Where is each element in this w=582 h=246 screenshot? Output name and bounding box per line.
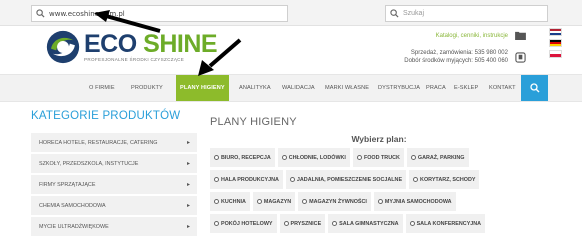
nav-item-dystrybucja[interactable]: DYSTRYBUCJA (378, 75, 420, 101)
plan-prompt: Wybierz plan: (351, 134, 407, 144)
radio-icon[interactable] (214, 177, 219, 182)
advice-phone: Dobór środków myjących: 505 400 060 (404, 58, 508, 64)
header-contact: Katalogi, cenniki, instrukcje Sprzedaż, … (322, 28, 582, 68)
radio-icon[interactable] (377, 199, 383, 204)
plan-option[interactable]: GARAŻ, PARKING (406, 148, 469, 167)
site-search-input[interactable]: Szukaj (385, 5, 548, 22)
folder-icon[interactable] (515, 31, 526, 40)
plan-row: HALA PRODUKCYJNA JADALNIA, POMIESZCZENIE… (210, 170, 550, 189)
nav-item-produkty[interactable]: PRODUKTY (131, 75, 163, 101)
nav-item-walidacja[interactable]: WALIDACJA (282, 75, 315, 101)
plan-option[interactable]: PRYSZNICE (279, 214, 326, 233)
nav-item-analityka[interactable]: ANALITYKA (239, 75, 271, 101)
plan-option[interactable]: HALA PRODUKCYJNA (210, 170, 283, 189)
radio-icon[interactable] (413, 177, 419, 182)
plan-option[interactable]: SALA KONFERENCYJNA (405, 214, 486, 233)
ecoshine-logo-icon (46, 30, 80, 64)
chevron-right-icon: ▸ (186, 140, 190, 146)
sidebar-item-label: HORECA HOTELE, RESTAURACJE, CATERING (39, 139, 158, 146)
radio-icon[interactable] (289, 177, 295, 182)
search-placeholder: Szukaj (403, 10, 425, 17)
nav-item-plany-higieny[interactable]: PLANY HIGIENY (176, 75, 229, 101)
plan-row: KUCHNIA MAGAZYN MAGAZYN ŻYWNOŚCI MYJNIA … (210, 192, 550, 211)
radio-icon[interactable] (302, 199, 308, 204)
chevron-right-icon: ▸ (186, 182, 190, 188)
sidebar-title: KATEGORIE PRODUKTÓW (31, 110, 181, 122)
nav-item-kontakt[interactable]: KONTAKT (489, 75, 516, 101)
language-switcher (549, 28, 562, 61)
radio-icon[interactable] (409, 221, 415, 226)
category-list: HORECA HOTELE, RESTAURACJE, CATERING ▸ SZ… (31, 133, 197, 238)
nav-item-marki-wlasne[interactable]: MARKI WŁASNE (325, 75, 369, 101)
nav-search-button[interactable] (521, 75, 548, 101)
annotation-arrow-down-icon (198, 38, 242, 76)
radio-icon[interactable] (214, 199, 219, 204)
plan-option[interactable]: BIURO, RECEPCJA (210, 148, 275, 167)
browser-toolbar: www.ecoshine.com.pl Szukaj (0, 0, 582, 26)
radio-icon[interactable] (214, 155, 219, 160)
page-title: PLANY HIGIENY (210, 116, 297, 128)
sidebar-item-horeca[interactable]: HORECA HOTELE, RESTAURACJE, CATERING ▸ (31, 133, 197, 154)
sidebar-item-mycie-ultradzwiekowe[interactable]: MYCIE ULTRADŹWIĘKOWE ▸ (31, 217, 197, 238)
sidebar-item-label: FIRMY SPRZĄTAJĄCE (39, 181, 96, 188)
plan-row: POKÓJ HOTELOWY PRYSZNICE SALA GIMNASTYCZ… (210, 214, 550, 233)
sidebar-item-szkoly[interactable]: SZKOŁY, PRZEDSZKOLA, INSTYTUCJE ▸ (31, 154, 197, 175)
plan-row: BIURO, RECEPCJA CHŁODNIE, LODÓWKI FOOD T… (210, 148, 550, 167)
polish-flag-icon[interactable] (549, 50, 562, 58)
radio-icon[interactable] (214, 221, 219, 226)
nav-item-e-sklep[interactable]: E-SKLEP (454, 75, 478, 101)
nav-item-o-firmie[interactable]: O FIRMIE (89, 75, 115, 101)
main-navigation: O FIRMIE PRODUKTY PLANY HIGIENY ANALITYK… (0, 74, 582, 102)
chevron-right-icon: ▸ (186, 224, 190, 230)
plan-options: BIURO, RECEPCJA CHŁODNIE, LODÓWKI FOOD T… (210, 148, 550, 236)
radio-icon[interactable] (356, 155, 362, 160)
radio-icon[interactable] (256, 199, 262, 204)
sidebar-item-firmy-sprzatajace[interactable]: FIRMY SPRZĄTAJĄCE ▸ (31, 175, 197, 196)
site-logo[interactable]: ECO SHINE PROFESJONALNE ŚRODKI CZYSZCZĄC… (46, 30, 218, 64)
phone-icon (515, 52, 526, 63)
radio-icon[interactable] (332, 221, 338, 226)
sidebar-item-label: MYCIE ULTRADŹWIĘKOWE (39, 223, 109, 230)
search-icon (36, 9, 45, 18)
sidebar-item-label: SZKOŁY, PRZEDSZKOLA, INSTYTUCJE (39, 160, 139, 167)
nav-item-praca[interactable]: PRACA (426, 75, 446, 101)
search-icon (390, 9, 399, 18)
plan-option[interactable]: JADALNIA, POMIESZCZENIE SOCJALNE (285, 170, 407, 189)
plan-option[interactable]: MYJNIA SAMOCHODOWA (373, 192, 456, 211)
plan-option[interactable]: MAGAZYN ŻYWNOŚCI (298, 192, 371, 211)
catalogs-link[interactable]: Katalogi, cenniki, instrukcje (436, 33, 508, 39)
search-icon (529, 83, 539, 93)
german-flag-icon[interactable] (549, 39, 562, 47)
radio-icon[interactable] (410, 155, 416, 160)
radio-icon[interactable] (281, 155, 287, 160)
chevron-right-icon: ▸ (186, 161, 190, 167)
sidebar-item-chemia-samochodowa[interactable]: CHEMIA SAMOCHODOWA ▸ (31, 196, 197, 217)
plan-option[interactable]: POKÓJ HOTELOWY (210, 214, 277, 233)
chevron-right-icon: ▸ (186, 203, 190, 209)
english-flag-icon[interactable] (549, 28, 562, 36)
plan-option[interactable]: SALA GIMNASTYCZNA (328, 214, 403, 233)
plan-option[interactable]: FOOD TRUCK (352, 148, 404, 167)
annotation-arrow-left-icon (94, 10, 161, 33)
plan-option[interactable]: MAGAZYN (252, 192, 296, 211)
sidebar-item-label: CHEMIA SAMOCHODOWA (39, 202, 106, 209)
plan-option[interactable]: KUCHNIA (210, 192, 250, 211)
radio-icon[interactable] (283, 221, 289, 226)
plan-option[interactable]: KORYTARZ, SCHODY (409, 170, 480, 189)
plan-option[interactable]: CHŁODNIE, LODÓWKI (277, 148, 350, 167)
sales-phone: Sprzedaż, zamówienia: 535 980 002 (410, 50, 508, 56)
